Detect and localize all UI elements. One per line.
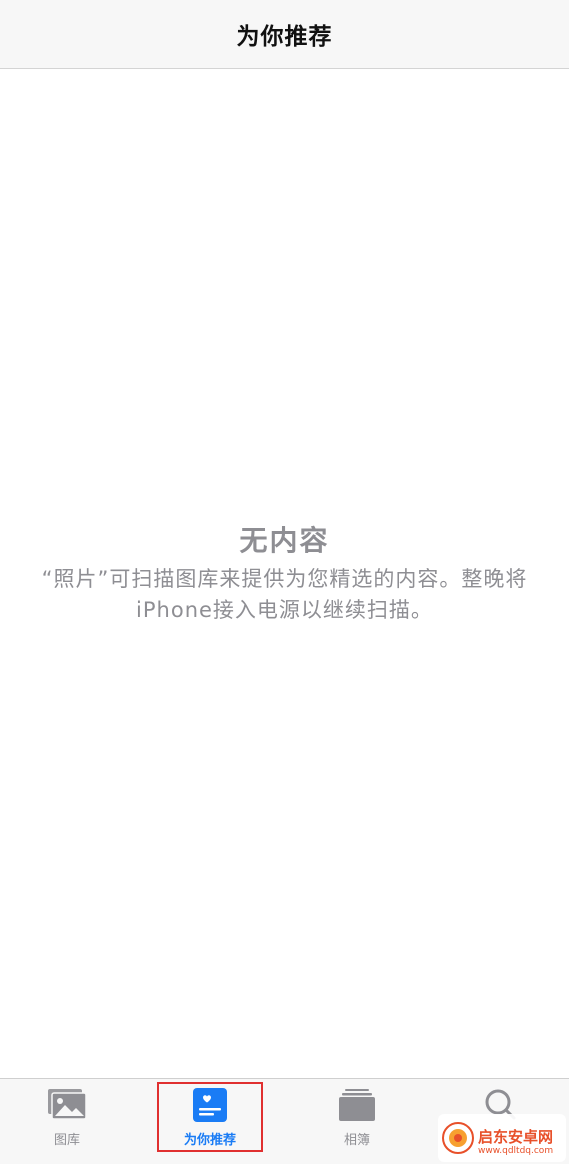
navigation-bar: 为你推荐 [0,0,569,69]
watermark-logo-icon [442,1122,474,1154]
tab-library-label: 图库 [53,1133,80,1148]
watermark-url: www.qdltdq.com [478,1146,554,1156]
watermark: 启东安卓网 www.qdltdq.com [438,1114,566,1162]
empty-state-description: “照片”可扫描图库来提供为您精选的内容。整晚将iPhone接入电源以继续扫描。 [41,567,528,622]
tab-for-you[interactable]: 为你推荐 [157,1079,263,1165]
empty-state-title: 无内容 [239,524,330,557]
tab-albums[interactable]: 相簿 [312,1079,402,1165]
page-title: 为你推荐 [236,24,333,50]
photo-library-icon [46,1087,88,1125]
albums-icon [337,1087,377,1127]
tab-library[interactable]: 图库 [22,1079,112,1165]
tab-albums-label: 相簿 [343,1133,370,1148]
empty-state: 无内容 “照片”可扫描图库来提供为您精选的内容。整晚将iPhone接入电源以继续… [30,520,539,626]
tab-for-you-label: 为你推荐 [183,1133,236,1148]
for-you-icon [192,1087,228,1127]
watermark-name: 启东安卓网 [478,1128,554,1146]
